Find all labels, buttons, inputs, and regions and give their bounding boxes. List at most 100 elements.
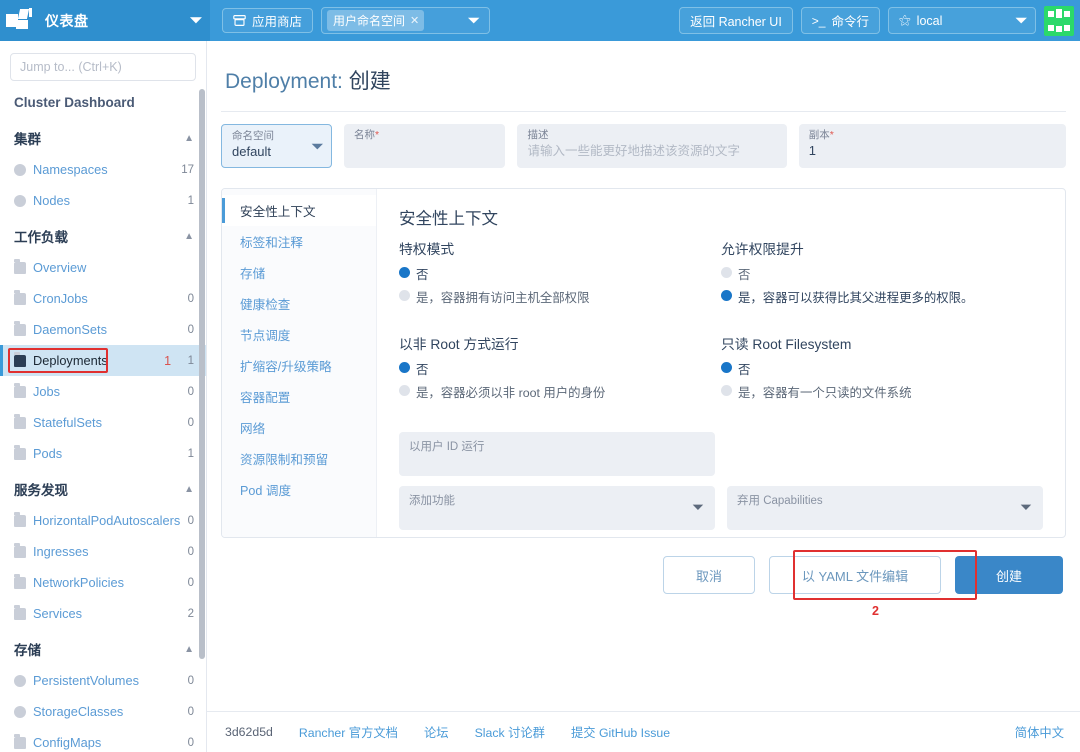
security-groups-row-2: 以非 Root 方式运行 否 是，容器必须以非 root 用户的身份 只读 Ro… [399,333,1043,428]
sidebar-item-cluster-dashboard[interactable]: Cluster Dashboard [0,81,206,118]
footer-link-forum[interactable]: 论坛 [424,723,449,741]
tab-0[interactable]: 安全性上下文 [222,195,376,226]
folder-icon [14,258,26,274]
sidebar-item-deployments[interactable]: Deployments 1 1 [0,345,206,376]
radio-label: 否 [738,268,751,282]
namespace-chip[interactable]: 用户命名空间 ✕ [327,10,425,31]
close-icon[interactable]: ✕ [410,14,419,27]
namespace-filter[interactable]: 用户命名空间 ✕ ⏷ [321,7,491,34]
edit-yaml-button[interactable]: 以 YAML 文件编辑 [769,556,941,594]
chevron-down-icon[interactable]: ⏷ [1016,12,1027,29]
radio-option[interactable]: 否 [399,360,721,378]
tab-1[interactable]: 标签和注释 [222,226,376,257]
sidebar-item-namespaces[interactable]: Namespaces 17 [0,154,206,185]
kubernetes-icon[interactable] [1044,5,1074,36]
tab-label: 安全性上下文 [240,205,316,219]
chevron-up-icon[interactable]: ▲ [184,484,194,495]
chevron-up-icon[interactable]: ▲ [184,644,194,655]
config-tab-list: 安全性上下文标签和注释 存储 健康检查 节点调度扩缩容/升级策略容器配置 网络 资源限制和… [222,189,377,537]
description-label: 描述 [527,129,549,141]
run-as-user-id-input[interactable]: 以用户 ID 运行 [399,432,715,476]
tab-6[interactable]: 容器配置 [222,381,376,412]
chevron-up-icon[interactable]: ▲ [184,133,194,144]
sidebar-item-jobs[interactable]: Jobs 0 [0,376,206,407]
add-capabilities-select[interactable]: 添加功能 ⏷ [399,486,715,530]
sidebar-group-header[interactable]: 存储 ▲ [0,629,206,665]
footer-link-slack[interactable]: Slack 讨论群 [475,723,545,741]
chevron-down-icon[interactable]: ⏷ [1020,499,1032,516]
chevron-down-icon[interactable]: ⏷ [468,12,479,29]
dashboard-menu-button[interactable]: 仪表盘 ⏷ [0,0,210,41]
tab-label: 扩缩容/升级策略 [240,360,332,374]
chevron-up-icon[interactable]: ▲ [184,231,194,242]
shell-button[interactable]: >_ 命令行 [800,7,880,34]
sidebar-item-count: 1 [187,447,194,460]
tab-9[interactable]: Pod 调度 [222,474,376,505]
capabilities-row: 添加功能 ⏷ 弃用 Capabilities ⏷ [399,486,1043,530]
sidebar-item-ingresses[interactable]: Ingresses 0 [0,536,206,567]
tab-7[interactable]: 网络 [222,412,376,443]
language-selector[interactable]: 简体中文 [1015,723,1064,741]
name-field[interactable]: 名称* [344,124,506,168]
shell-label: 命令行 [831,15,869,29]
namespace-chip-label: 用户命名空间 [333,14,406,28]
radio-option[interactable]: 是，容器可以获得比其父进程更多的权限。 [721,288,1043,306]
sidebar-nav: 集群 ▲ Namespaces 17 Nodes 1 工作负载 ▲ Overview CronJo… [0,118,206,752]
sidebar-item-persistentvolumes[interactable]: PersistentVolumes 0 [0,665,206,696]
tab-5[interactable]: 扩缩容/升级策略 [222,350,376,381]
sidebar-item-nodes[interactable]: Nodes 1 [0,185,206,216]
sidebar-item-overview[interactable]: Overview [0,252,206,283]
search-input[interactable]: Jump to... (Ctrl+K) [10,53,196,81]
radio-option[interactable]: 否 [399,265,721,283]
replicas-field[interactable]: 副本* 1 [798,124,1066,168]
description-field[interactable]: 描述 请输入一些能更好地描述该资源的文字 [517,124,787,168]
tab-8[interactable]: 资源限制和预留 [222,443,376,474]
radio-dot-icon [399,362,410,373]
chevron-down-icon[interactable]: ⏷ [312,138,323,155]
apps-store-button[interactable]: 应用商店 [222,8,314,33]
security-context-panel: 安全性上下文 特权模式 否 是，容器拥有访问主机全部权限 允许权限提升 否 是，… [377,189,1065,537]
rancher-deployment-create-screen: 仪表盘 ⏷ 应用商店 用户命名空间 ✕ ⏷ 返回 Rancher UI >_ 命… [0,0,1080,752]
drop-capabilities-select[interactable]: 弃用 Capabilities ⏷ [727,486,1043,530]
sidebar-item-horizontalpodautoscalers[interactable]: HorizontalPodAutoscalers 0 [0,505,206,536]
back-to-rancher-ui-button[interactable]: 返回 Rancher UI [679,7,793,34]
sidebar-item-pods[interactable]: Pods 1 [0,438,206,469]
cancel-button[interactable]: 取消 [663,556,755,594]
chevron-down-icon[interactable]: ⏷ [190,12,202,29]
sidebar-item-daemonsets[interactable]: DaemonSets 0 [0,314,206,345]
sidebar-item-configmaps[interactable]: ConfigMaps 0 [0,727,206,752]
sidebar-item-storageclasses[interactable]: StorageClasses 0 [0,696,206,727]
sidebar-group-header[interactable]: 工作负载 ▲ [0,216,206,252]
sidebar-item-count: 0 [187,705,194,718]
tab-3[interactable]: 健康检查 [222,288,376,319]
tab-2[interactable]: 存储 [222,257,376,288]
radio-option[interactable]: 是，容器有一个只读的文件系统 [721,383,1043,401]
radio-option[interactable]: 否 [721,265,1043,283]
radio-dot-icon [399,385,410,396]
folder-icon [14,382,26,398]
radio-option[interactable]: 是，容器拥有访问主机全部权限 [399,288,721,306]
main-content: Deployment: 创建 命名空间 default ⏷ 名称* 描述 请输入… [207,41,1080,752]
radio-option[interactable]: 是，容器必须以非 root 用户的身份 [399,383,721,401]
sidebar-scrollbar[interactable] [199,89,205,659]
create-button[interactable]: 创建 [955,556,1063,594]
footer-link-docs[interactable]: Rancher 官方文档 [299,723,398,741]
tab-label: Pod 调度 [240,484,292,498]
radio-dot-icon [721,290,732,301]
sidebar-item-statefulsets[interactable]: StatefulSets 0 [0,407,206,438]
sidebar-item-services[interactable]: Services 2 [0,598,206,629]
sidebar-item-cronjobs[interactable]: CronJobs 0 [0,283,206,314]
namespace-select[interactable]: 命名空间 default ⏷ [221,124,333,168]
sidebar-item-label: Services [33,606,83,621]
cluster-selector-button[interactable]: ⚝ local ⏷ [888,7,1036,34]
sidebar-group-header[interactable]: 服务发现 ▲ [0,469,206,505]
sidebar-item-count: 0 [187,385,194,398]
radio-option[interactable]: 否 [721,360,1043,378]
search-placeholder: Jump to... (Ctrl+K) [20,60,122,74]
tab-4[interactable]: 节点调度 [222,319,376,350]
chevron-down-icon[interactable]: ⏷ [692,499,704,516]
sidebar-item-count: 1 [187,194,194,207]
sidebar-group-header[interactable]: 集群 ▲ [0,118,206,154]
sidebar-item-networkpolicies[interactable]: NetworkPolicies 0 [0,567,206,598]
footer-link-github-issue[interactable]: 提交 GitHub Issue [571,723,670,741]
